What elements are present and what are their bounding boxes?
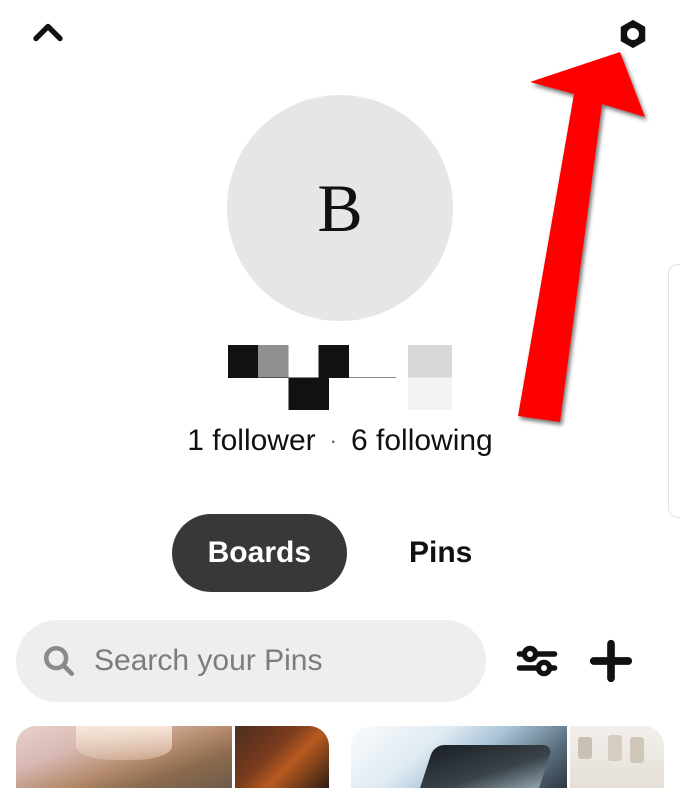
search-icon bbox=[42, 644, 76, 678]
plus-icon bbox=[588, 638, 634, 684]
boards-grid bbox=[0, 702, 680, 788]
search-input[interactable] bbox=[94, 644, 460, 678]
avatar-initial: B bbox=[317, 169, 362, 248]
sliders-icon bbox=[516, 640, 558, 682]
top-bar bbox=[0, 0, 680, 60]
redacted-block bbox=[408, 345, 452, 410]
side-handle[interactable] bbox=[668, 264, 680, 518]
stats-row: 1 follower · 6 following bbox=[0, 424, 680, 458]
board-cover-image bbox=[351, 726, 567, 788]
board-card[interactable] bbox=[16, 726, 329, 788]
search-box[interactable] bbox=[16, 620, 486, 702]
settings-button[interactable] bbox=[616, 17, 650, 56]
username-redacted bbox=[0, 345, 680, 410]
chevron-up-icon bbox=[30, 16, 66, 52]
board-thumbnails bbox=[570, 726, 664, 788]
followers-link[interactable]: 1 follower bbox=[187, 424, 315, 458]
search-row bbox=[0, 620, 680, 702]
gear-icon bbox=[616, 17, 650, 51]
board-card[interactable] bbox=[351, 726, 664, 788]
redacted-block bbox=[228, 345, 396, 410]
tab-pins[interactable]: Pins bbox=[373, 514, 508, 592]
board-thumbnail bbox=[570, 726, 664, 788]
tab-boards[interactable]: Boards bbox=[172, 514, 347, 592]
board-cover-image bbox=[16, 726, 232, 788]
collapse-button[interactable] bbox=[30, 16, 66, 57]
following-link[interactable]: 6 following bbox=[351, 424, 493, 458]
filter-button[interactable] bbox=[516, 640, 558, 682]
separator-dot: · bbox=[330, 428, 337, 454]
add-button[interactable] bbox=[588, 638, 634, 684]
avatar-section: B bbox=[0, 95, 680, 321]
profile-tabs: Boards Pins bbox=[0, 514, 680, 592]
avatar[interactable]: B bbox=[227, 95, 453, 321]
board-thumbnail bbox=[235, 726, 329, 788]
board-thumbnails bbox=[235, 726, 329, 788]
